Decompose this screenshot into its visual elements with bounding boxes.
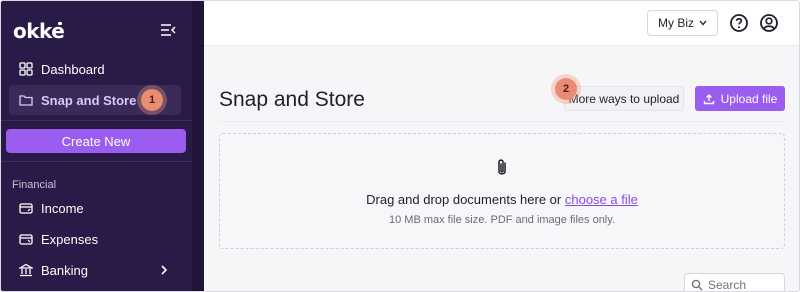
folder-icon	[19, 93, 33, 107]
sidebar-divider	[1, 161, 192, 162]
help-circle-icon[interactable]	[729, 13, 749, 33]
app-logo: okke	[13, 19, 65, 43]
sidebar-item-label: Income	[41, 200, 84, 216]
business-select-value: My Biz	[658, 16, 694, 30]
create-new-button[interactable]: Create New	[6, 129, 186, 153]
dropzone-hint: 10 MB max file size. PDF and image files…	[389, 214, 615, 226]
income-card-icon	[19, 201, 33, 215]
dropzone-instructions: Drag and drop documents here or choose a…	[220, 192, 784, 207]
search-icon	[691, 279, 703, 291]
upload-file-button[interactable]: Upload file	[695, 86, 785, 111]
collapse-sidebar-icon[interactable]	[160, 23, 176, 37]
sidebar-item-label: Snap and Store	[41, 92, 137, 108]
chevron-down-icon	[699, 20, 707, 26]
upload-file-label: Upload file	[720, 91, 778, 106]
user-circle-icon[interactable]	[759, 13, 779, 33]
step-badge: 1	[141, 89, 163, 111]
chevron-right-icon[interactable]	[160, 265, 168, 275]
section-label-financial: Financial	[12, 179, 57, 191]
upload-dropzone[interactable]: Drag and drop documents here or choose a…	[219, 133, 785, 249]
sidebar-edge	[192, 1, 204, 291]
expense-card-icon	[19, 232, 33, 246]
choose-file-link[interactable]: choose a file	[565, 192, 638, 207]
sidebar-item-expenses[interactable]: Expenses	[9, 224, 181, 254]
business-select[interactable]: My Biz	[647, 10, 718, 36]
sidebar-item-label: Banking	[41, 262, 88, 278]
sidebar: okke Dashboard Snap and Store 1 Create N…	[1, 1, 192, 291]
sidebar-item-dashboard[interactable]: Dashboard	[9, 54, 181, 84]
sidebar-divider	[1, 120, 192, 121]
more-ways-to-upload-button[interactable]: More ways to upload	[564, 86, 684, 111]
grid-icon	[19, 62, 33, 76]
dropzone-text: Drag and drop documents here or	[366, 192, 565, 207]
header-divider	[219, 121, 785, 122]
sidebar-item-banking[interactable]: Banking	[9, 255, 181, 285]
sidebar-item-label: Expenses	[41, 231, 99, 247]
search-input[interactable]	[708, 278, 778, 291]
search-box[interactable]	[684, 273, 785, 291]
paperclip-icon	[498, 159, 506, 175]
app-window: okke Dashboard Snap and Store 1 Create N…	[0, 0, 800, 292]
upload-icon	[703, 93, 715, 105]
sidebar-item-income[interactable]: Income	[9, 193, 181, 223]
bank-icon	[19, 263, 33, 277]
step-badge: 2	[555, 78, 577, 100]
sidebar-item-label: Dashboard	[41, 61, 105, 77]
logo-accent	[58, 22, 62, 25]
page-title: Snap and Store	[219, 88, 365, 111]
